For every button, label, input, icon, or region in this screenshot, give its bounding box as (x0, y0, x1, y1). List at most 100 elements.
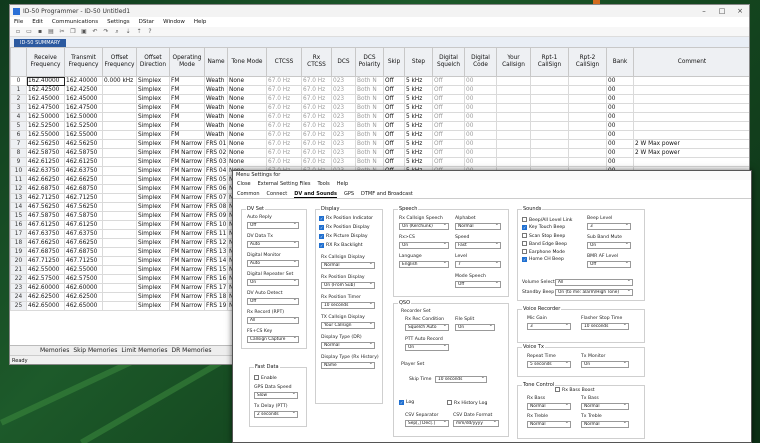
cell-offset-direction[interactable]: Simplex (136, 193, 170, 203)
cell-operating-mode[interactable]: FM Narrow (169, 139, 205, 149)
alphabet-select[interactable]: Normal (455, 223, 501, 230)
cell-operating-mode[interactable]: FM (169, 121, 205, 131)
cell-skip[interactable]: Off (383, 112, 405, 122)
cell-ctcss[interactable]: 67.0 Hz (266, 121, 302, 131)
cell-tone-mode[interactable]: None (227, 130, 267, 140)
copy-icon[interactable]: ❐ (69, 28, 77, 35)
cell-operating-mode[interactable]: FM (169, 76, 205, 86)
column-header-rpt1-callsign[interactable]: Rpt-1 CallSign (530, 47, 569, 77)
read-radio-icon[interactable]: ⇣ (124, 28, 132, 35)
sheet-tab-memories[interactable]: Memories (40, 347, 69, 354)
rx-callsign-display-select[interactable]: Normal (321, 262, 375, 269)
cell-transmit-frequency[interactable]: 462.57500 (64, 274, 103, 284)
cell-offset-direction[interactable]: Simplex (136, 202, 170, 212)
cut-icon[interactable]: ✂ (58, 28, 66, 35)
cell-offset-direction[interactable]: Simplex (136, 94, 170, 104)
csv-separator-select[interactable]: Sep[,] Dec[.] (405, 420, 449, 427)
cell-bank[interactable]: 00 (606, 139, 634, 149)
repeat-time-select[interactable]: 5 seconds (527, 361, 571, 368)
cell-receive-frequency[interactable]: 462.56250 (26, 139, 65, 149)
column-header-dcs-polarity[interactable]: DCS Polarity (355, 47, 384, 77)
cell-dcs-polarity[interactable]: Both N (355, 148, 384, 158)
cell-name[interactable]: FRS 15 (204, 265, 228, 275)
cell-offset-frequency[interactable] (102, 292, 137, 302)
log-checkbox[interactable]: ✓ Log (399, 400, 414, 406)
rx-rec-condition-select[interactable]: Squelch Auto (405, 324, 449, 331)
tx-treble-select[interactable]: Normal (581, 421, 629, 428)
column-header-your-callsign[interactable]: Your Callsign (496, 47, 531, 77)
cell-comment[interactable]: 2 W Max power (633, 139, 749, 149)
cell-offset-direction[interactable]: Simplex (136, 175, 170, 185)
cell-digital-code[interactable]: 00 (464, 157, 497, 167)
cell-ctcss[interactable]: 67.0 Hz (266, 139, 302, 149)
cell-offset-direction[interactable]: Simplex (136, 184, 170, 194)
cell-rpt1-callsign[interactable] (530, 112, 569, 122)
cell-name[interactable]: Weath (204, 112, 228, 122)
cell-offset-direction[interactable]: Simplex (136, 103, 170, 113)
cell-receive-frequency[interactable]: 462.58750 (26, 148, 65, 158)
cell-ctcss[interactable]: 67.0 Hz (266, 94, 302, 104)
skip-time-select[interactable]: 10 seconds (435, 376, 487, 383)
speed-select[interactable]: Fast (455, 242, 501, 249)
cell-offset-direction[interactable]: Simplex (136, 229, 170, 239)
cell-transmit-frequency[interactable]: 462.66250 (64, 175, 103, 185)
cell-operating-mode[interactable]: FM (169, 130, 205, 140)
table-row[interactable]: 2 162.45000 162.45000 Simplex FM Weath None 67.… (10, 94, 749, 104)
help-icon[interactable]: ? (146, 28, 154, 35)
bmr-af-level-select[interactable]: Off (587, 261, 631, 268)
cell-your-callsign[interactable] (496, 76, 531, 86)
rx-treble-select[interactable]: Normal (527, 421, 571, 428)
cell-rpt1-callsign[interactable] (530, 157, 569, 167)
cell-your-callsign[interactable] (496, 139, 531, 149)
cell-rx-ctcss[interactable]: 67.0 Hz (301, 85, 332, 95)
cell-name[interactable]: FRS 01 (204, 139, 228, 149)
cell-rpt1-callsign[interactable] (530, 76, 569, 86)
cell-dcs[interactable]: 023 (331, 112, 356, 122)
cell-receive-frequency[interactable]: 462.71250 (26, 193, 65, 203)
cell-comment[interactable] (633, 94, 749, 104)
cell-your-callsign[interactable] (496, 148, 531, 158)
menu-window[interactable]: Window (163, 19, 185, 25)
cell-digital-squelch[interactable]: Off (432, 94, 465, 104)
cell-receive-frequency[interactable]: 467.63750 (26, 229, 65, 239)
cell-name[interactable]: FRS 09 (204, 211, 228, 221)
cell-ctcss[interactable]: 67.0 Hz (266, 103, 302, 113)
cell-name[interactable]: FRS 06 (204, 184, 228, 194)
fs-cs-key-select[interactable]: Callsign Capture (247, 336, 299, 343)
cell-digital-squelch[interactable]: Off (432, 85, 465, 95)
cell-digital-code[interactable]: 00 (464, 85, 497, 95)
cell-receive-frequency[interactable]: 462.66250 (26, 175, 65, 185)
cell-tone-mode[interactable]: None (227, 121, 267, 131)
cell-step[interactable]: 5 kHz (404, 139, 433, 149)
cell-step[interactable]: 5 kHz (404, 112, 433, 122)
cell-rpt1-callsign[interactable] (530, 103, 569, 113)
cell-tone-mode[interactable]: None (227, 76, 267, 86)
cell-receive-frequency[interactable]: 467.71250 (26, 256, 65, 266)
standby-beep-select[interactable]: On (to me: alarm/High Tone) (555, 289, 633, 296)
cell-rpt2-callsign[interactable] (568, 130, 607, 140)
menu-communications[interactable]: Communications (52, 19, 98, 25)
cell-ctcss[interactable]: 67.0 Hz (266, 157, 302, 167)
cell-transmit-frequency[interactable]: 462.71250 (64, 193, 103, 203)
cell-name[interactable]: FRS 07 (204, 193, 228, 203)
cell-transmit-frequency[interactable]: 467.68750 (64, 247, 103, 257)
print-icon[interactable]: ▤ (47, 28, 55, 35)
cell-offset-frequency[interactable] (102, 247, 137, 257)
cell-bank[interactable]: 00 (606, 121, 634, 131)
cell-bank[interactable]: 00 (606, 94, 634, 104)
table-row[interactable]: 7 462.56250 462.56250 Simplex FM Narrow FRS 0… (10, 139, 749, 149)
cell-skip[interactable]: Off (383, 103, 405, 113)
cell-receive-frequency[interactable]: 462.60000 (26, 283, 65, 293)
digital-repeater-set-select[interactable]: On (247, 279, 299, 286)
cell-transmit-frequency[interactable]: 162.45000 (64, 94, 103, 104)
cell-receive-frequency[interactable]: 162.40000 (26, 76, 65, 86)
rx-position-timer-select[interactable]: 10 seconds (321, 302, 375, 309)
cell-your-callsign[interactable] (496, 112, 531, 122)
cell-skip[interactable]: Off (383, 121, 405, 131)
cell-tone-mode[interactable]: None (227, 103, 267, 113)
tab-connect[interactable]: Connect (267, 189, 288, 198)
cell-operating-mode[interactable]: FM (169, 85, 205, 95)
column-header-ctcss[interactable]: CTCSS (266, 47, 302, 77)
cell-rpt2-callsign[interactable] (568, 121, 607, 131)
cell-receive-frequency[interactable]: 467.68750 (26, 247, 65, 257)
